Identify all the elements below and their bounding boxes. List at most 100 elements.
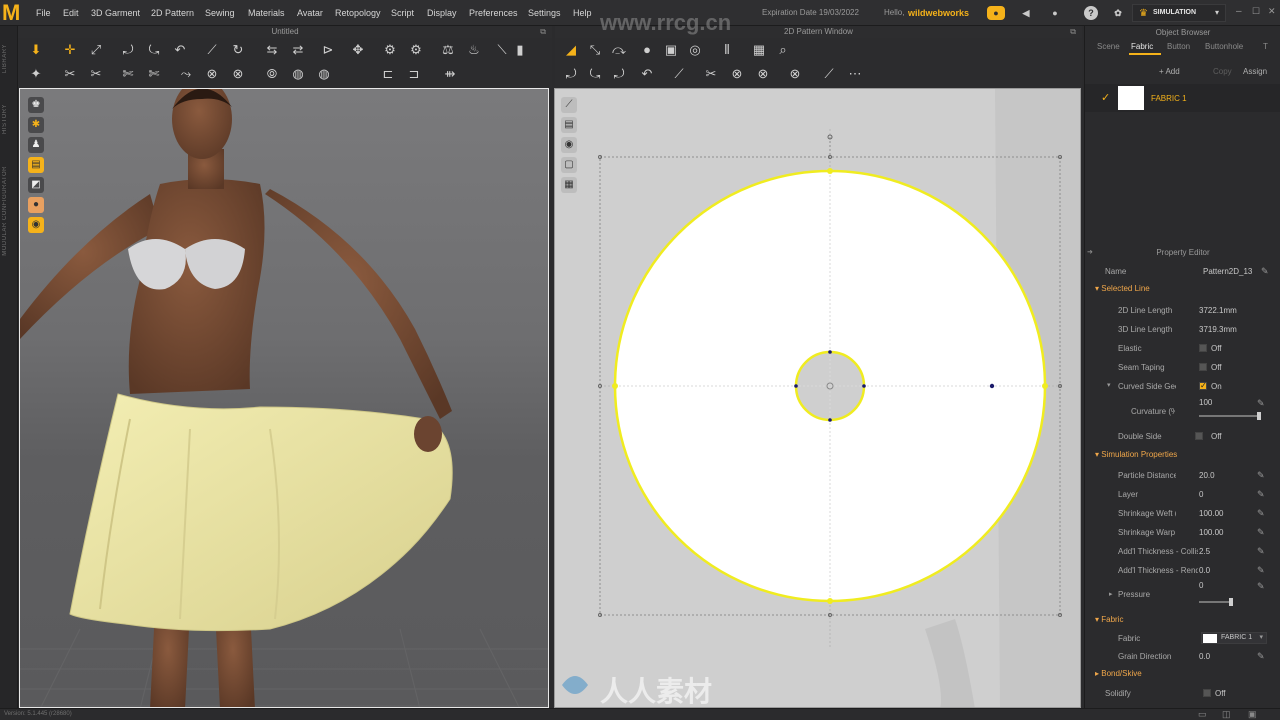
menu-script[interactable]: Script [391, 8, 414, 18]
menu-retopology[interactable]: Retopology [335, 8, 381, 18]
edit-warp-icon[interactable]: ✎ [1257, 527, 1265, 538]
curved-expand-icon[interactable]: ▾ [1107, 381, 1111, 389]
expand-arrow-icon[interactable]: ➜ [1087, 248, 1093, 256]
add-fabric-button[interactable]: + Add [1159, 67, 1180, 76]
polygon-icon[interactable]: ● [637, 40, 657, 60]
steam-icon[interactable]: ♨ [464, 40, 484, 60]
curvature-slider[interactable] [1199, 412, 1261, 420]
topstitch-icon[interactable]: ⊗ [753, 64, 773, 84]
transform-pattern-icon[interactable]: ◢ [561, 40, 581, 60]
arrange-icon[interactable]: ⤾ [609, 64, 629, 84]
segment-2d-icon[interactable]: ⟋ [669, 64, 689, 84]
2d-pattern-viewport[interactable]: ⟋ ▤ ◉ ▢ ▦ [554, 88, 1081, 708]
menu-avatar[interactable]: Avatar [297, 8, 323, 18]
double-side-checkbox[interactable] [1195, 432, 1203, 440]
curvature-value[interactable]: 100 [1199, 398, 1212, 407]
section-fabric[interactable]: ▾ Fabric [1095, 615, 1123, 624]
edit-curvature-icon[interactable]: ↻ [228, 40, 248, 60]
thickness-rendering-value[interactable]: 0.0 [1199, 566, 1210, 575]
edit-collision-icon[interactable]: ✎ [1257, 546, 1265, 557]
button-2d-icon[interactable]: ✂ [701, 64, 721, 84]
show-avatar-icon[interactable]: ▦ [561, 177, 577, 193]
measure-edit-icon[interactable]: ⊐ [404, 64, 424, 84]
fabric-grain-icon[interactable]: ⚖ [438, 40, 458, 60]
library-tab[interactable]: LIBRARY [2, 44, 8, 73]
section-bond-skive[interactable]: ▸ Bond/Skive [1095, 669, 1142, 678]
clo-connect-icon[interactable]: ● [987, 6, 1005, 20]
texture-display-icon[interactable]: ✱ [28, 117, 44, 133]
copy-fabric-button[interactable]: Copy [1213, 67, 1232, 76]
garment-display-icon[interactable]: ♚ [28, 97, 44, 113]
buttonhole-icon[interactable]: ⊗ [228, 64, 248, 84]
curved-side-checkbox[interactable] [1199, 381, 1207, 390]
layout-3d-icon[interactable]: ▣ [1248, 709, 1257, 720]
dart-icon[interactable]: ⦀ [717, 40, 737, 60]
edit-weft-icon[interactable]: ✎ [1257, 508, 1265, 519]
menu-display[interactable]: Display [427, 8, 457, 18]
mode-dropdown[interactable]: ♛ SIMULATION ▾ [1132, 4, 1226, 22]
tab-button[interactable]: Button [1167, 42, 1190, 51]
edit-name-icon[interactable]: ✎ [1261, 266, 1269, 277]
zoom-icon[interactable]: ⌕ [773, 40, 793, 60]
fold-arrange-icon[interactable]: ⤿ [144, 40, 164, 60]
menu-sewing[interactable]: Sewing [205, 8, 235, 18]
pattern-display-icon[interactable]: ◩ [28, 177, 44, 193]
measure-2d-icon[interactable]: ⟋ [819, 64, 839, 84]
detach-icon[interactable]: ⧉ [540, 27, 546, 37]
rectangle-icon[interactable]: ▣ [661, 40, 681, 60]
unfold-icon[interactable]: ↶ [170, 40, 190, 60]
speaker-icon[interactable]: ◀ [1019, 6, 1033, 20]
user-icon[interactable]: ● [1048, 6, 1062, 20]
layout-split-icon[interactable]: ◫ [1222, 709, 1231, 720]
fabric-dropdown[interactable]: FABRIC 1 ▾ [1201, 632, 1267, 644]
edit-curve-point-icon[interactable]: ⤼ [609, 40, 629, 60]
edit-curvature-value-icon[interactable]: ✎ [1257, 398, 1265, 409]
layout-icon[interactable]: ▭ [1198, 709, 1207, 720]
ruler-icon[interactable]: ⟍ [492, 40, 512, 60]
skin-display-icon[interactable]: ● [28, 197, 44, 213]
fabric-list-item[interactable]: ✓ FABRIC 1 [1085, 84, 1280, 112]
pressure-slider[interactable] [1199, 598, 1233, 606]
tape-icon[interactable]: ▮ [510, 40, 530, 60]
unfold-2d-icon[interactable]: ↶ [637, 64, 657, 84]
menu-file[interactable]: File [36, 8, 51, 18]
tab-scene[interactable]: Scene [1097, 42, 1120, 51]
menu-materials[interactable]: Materials [248, 8, 285, 18]
maximize-icon[interactable]: ☐ [1252, 6, 1260, 17]
settings-icon[interactable]: ✿ [1111, 6, 1125, 20]
button-icon[interactable]: ⊗ [202, 64, 222, 84]
trim-select-icon[interactable]: ✂ [86, 64, 106, 84]
free-sewing-icon[interactable]: ⇄ [288, 40, 308, 60]
pin-icon[interactable]: ✥ [348, 40, 368, 60]
grain-direction-value[interactable]: 0.0 [1199, 652, 1210, 661]
thickness-collision-value[interactable]: 2.5 [1199, 547, 1210, 556]
line-cut-icon[interactable]: ✄ [144, 64, 164, 84]
help-icon[interactable]: ? [1084, 6, 1098, 20]
menu-2d-pattern[interactable]: 2D Pattern [151, 8, 194, 18]
puckering-icon[interactable]: ⤳ [176, 64, 196, 84]
tab-buttonhole[interactable]: Buttonhole [1205, 42, 1243, 51]
username[interactable]: wildwebworks [908, 8, 969, 18]
trace-icon[interactable]: ⊗ [785, 64, 805, 84]
select-mesh-icon[interactable]: ⤢ [86, 40, 106, 60]
pattern-view-icon[interactable]: ⟋ [561, 97, 577, 113]
simulate-icon[interactable]: ⬇ [26, 40, 46, 60]
menu-preferences[interactable]: Preferences [469, 8, 518, 18]
section-selected-line[interactable]: ▾ Selected Line [1095, 284, 1150, 293]
prop-name-value[interactable]: Pattern2D_13 [1203, 267, 1257, 276]
circle-icon[interactable]: ◎ [685, 40, 705, 60]
sphere-tool-icon[interactable]: ◍ [314, 64, 334, 84]
measure-icon[interactable]: ⊏ [378, 64, 398, 84]
section-simulation[interactable]: ▾ Simulation Properties [1095, 450, 1177, 459]
edit-pressure-icon[interactable]: ✎ [1257, 581, 1265, 592]
layer-value[interactable]: 0 [1199, 490, 1203, 499]
show-texture-icon[interactable]: ◉ [561, 137, 577, 153]
menu-edit[interactable]: Edit [63, 8, 79, 18]
line-2d-icon[interactable]: ⋯ [845, 64, 865, 84]
buttonhole-2d-icon[interactable]: ⊗ [727, 64, 747, 84]
fold-icon[interactable]: ⤾ [118, 40, 138, 60]
tack-icon[interactable]: ⊳ [318, 40, 338, 60]
environment-icon[interactable]: ◉ [28, 217, 44, 233]
shrinkage-warp-value[interactable]: 100.00 [1199, 528, 1223, 537]
edit-rendering-icon[interactable]: ✎ [1257, 565, 1265, 576]
